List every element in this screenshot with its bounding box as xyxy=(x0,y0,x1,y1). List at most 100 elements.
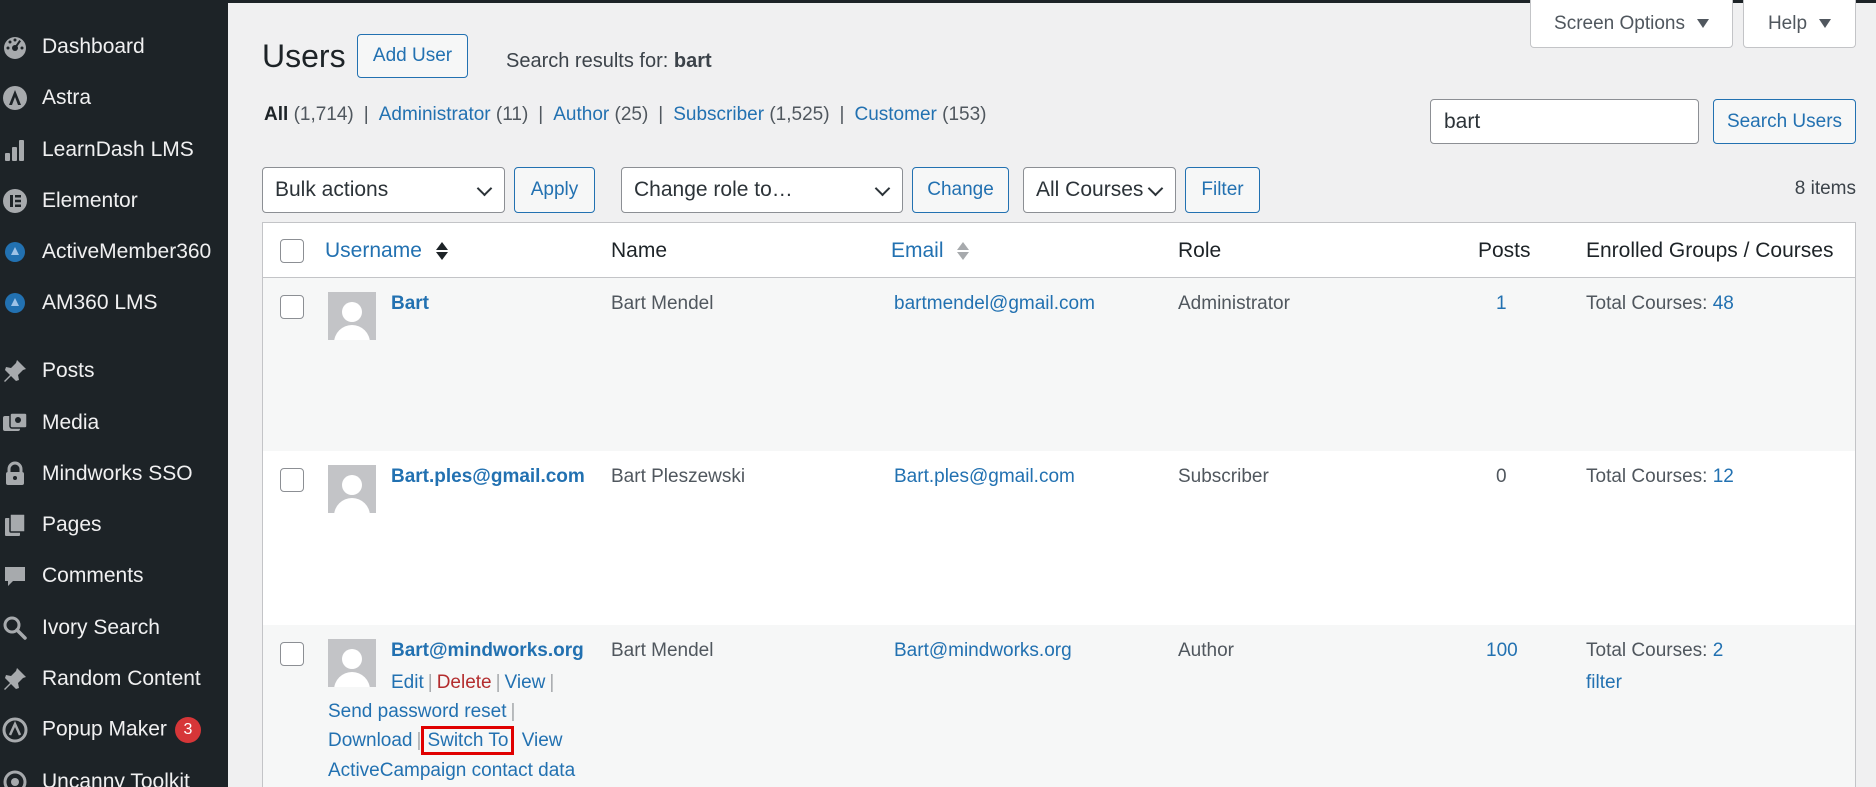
popup-icon xyxy=(2,717,28,743)
filter-button[interactable]: Filter xyxy=(1185,167,1260,213)
avatar xyxy=(328,465,376,513)
bulk-actions-select[interactable]: Bulk actions xyxy=(262,167,505,213)
activecampaign-data-link[interactable]: ActiveCampaign contact data xyxy=(328,760,575,781)
search-results-label: Search results for: bart xyxy=(506,50,712,72)
courses-count-link[interactable]: 48 xyxy=(1713,293,1734,314)
help-button[interactable]: Help xyxy=(1743,0,1856,48)
chevron-down-icon xyxy=(476,180,493,197)
courses-count-link[interactable]: 2 xyxy=(1713,640,1724,661)
sidebar-item-learndash[interactable]: LearnDash LMS xyxy=(0,128,228,172)
user-role: Administrator xyxy=(1178,293,1290,314)
user-name: Bart Mendel xyxy=(611,640,714,661)
download-link[interactable]: Download xyxy=(328,730,413,751)
dashboard-icon xyxy=(2,34,28,60)
astra-icon xyxy=(2,85,28,111)
activemember-icon xyxy=(2,290,28,316)
column-email[interactable]: Email xyxy=(891,239,970,263)
delete-link[interactable]: Delete xyxy=(437,672,492,693)
row-checkbox[interactable] xyxy=(280,642,304,666)
page-title: Users xyxy=(262,38,346,74)
items-count: 8 items xyxy=(1794,178,1856,199)
total-courses: Total Courses: 12 xyxy=(1586,466,1734,487)
total-courses: Total Courses: 2 xyxy=(1586,640,1724,661)
sidebar-item-elementor[interactable]: Elementor xyxy=(0,179,228,223)
role-filter-links: All (1,714) | Administrator (11) | Author (2… xyxy=(264,104,987,125)
total-courses: Total Courses: 48 xyxy=(1586,293,1734,314)
email-link[interactable]: Bart.ples@gmail.com xyxy=(894,466,1075,488)
search-users-button[interactable]: Search Users xyxy=(1713,99,1856,144)
avatar xyxy=(328,639,376,687)
username-link[interactable]: Bart.ples@gmail.com xyxy=(391,466,585,488)
sidebar-item-media[interactable]: Media xyxy=(0,401,228,445)
sidebar-item-random-content[interactable]: Random Content xyxy=(0,657,228,701)
sidebar-item-dashboard[interactable]: Dashboard xyxy=(0,25,228,69)
column-name: Name xyxy=(611,239,668,262)
row-actions: ActiveCampaign contact data xyxy=(328,760,575,782)
send-password-reset-link[interactable]: Send password reset xyxy=(328,701,507,722)
caret-down-icon xyxy=(1819,19,1832,28)
add-user-button[interactable]: Add User xyxy=(357,34,468,78)
change-role-button[interactable]: Change xyxy=(912,167,1009,213)
pushpin-icon xyxy=(2,358,28,384)
sort-icon xyxy=(435,242,448,261)
edit-link[interactable]: Edit xyxy=(391,672,424,693)
filter-subscriber[interactable]: Subscriber (1,525) xyxy=(673,104,829,125)
filter-customer[interactable]: Customer (153) xyxy=(854,104,986,125)
row-actions: Edit | Delete | View | xyxy=(391,672,555,693)
username-link[interactable]: Bart xyxy=(391,293,429,315)
courses-filter-link[interactable]: filter xyxy=(1586,672,1622,694)
filter-author[interactable]: Author (25) xyxy=(553,104,648,125)
column-role: Role xyxy=(1178,239,1222,262)
switch-to-link[interactable]: Switch To xyxy=(421,726,515,755)
activemember-icon xyxy=(2,239,28,265)
row-checkbox[interactable] xyxy=(280,295,304,319)
filter-all[interactable]: All (1,714) xyxy=(264,104,354,125)
select-all-checkbox[interactable] xyxy=(280,239,304,263)
bar-chart-icon xyxy=(2,137,28,163)
table-header: Username Name Email Role Posts Enrolled … xyxy=(263,223,1855,278)
user-name: Bart Pleszewski xyxy=(611,466,746,487)
sidebar-item-pages[interactable]: Pages xyxy=(0,503,228,547)
username-link[interactable]: Bart@mindworks.org xyxy=(391,640,584,662)
row-actions: Download | Switch To View xyxy=(328,726,563,755)
email-link[interactable]: bartmendel@gmail.com xyxy=(894,293,1095,315)
posts-count-link[interactable]: 100 xyxy=(1486,640,1518,662)
caret-down-icon xyxy=(1696,19,1709,28)
sidebar-item-activemember360[interactable]: ActiveMember360 xyxy=(0,230,228,274)
courses-count-link[interactable]: 12 xyxy=(1713,466,1734,487)
sidebar-item-ivory-search[interactable]: Ivory Search xyxy=(0,606,228,650)
posts-count-link[interactable]: 1 xyxy=(1496,293,1507,315)
pushpin-icon xyxy=(2,666,28,692)
change-role-select[interactable]: Change role to… xyxy=(621,167,903,213)
sidebar-item-am360-lms[interactable]: AM360 LMS xyxy=(0,281,228,325)
sidebar-item-comments[interactable]: Comments xyxy=(0,554,228,598)
row-checkbox[interactable] xyxy=(280,468,304,492)
search-icon xyxy=(2,615,28,641)
search-input[interactable]: bart xyxy=(1430,99,1699,144)
uncanny-icon xyxy=(2,769,28,787)
sidebar-item-astra[interactable]: Astra xyxy=(0,76,228,120)
column-username[interactable]: Username xyxy=(325,239,448,263)
courses-select[interactable]: All Courses xyxy=(1023,167,1176,213)
user-role: Author xyxy=(1178,640,1234,661)
lock-icon xyxy=(2,461,28,487)
screen-options-button[interactable]: Screen Options xyxy=(1530,0,1733,48)
table-row: Bart.ples@gmail.com Bart Pleszewski Bart… xyxy=(263,451,1855,625)
apply-button[interactable]: Apply xyxy=(514,167,595,213)
view-contact-link[interactable]: View xyxy=(522,730,563,751)
view-link[interactable]: View xyxy=(505,672,546,693)
user-role: Subscriber xyxy=(1178,466,1269,487)
sidebar-item-uncanny-toolkit[interactable]: Uncanny Toolkit xyxy=(0,760,228,787)
sidebar-item-label: Popup Maker xyxy=(42,717,167,741)
sidebar-item-posts[interactable]: Posts xyxy=(0,349,228,393)
sidebar-item-popup-maker[interactable]: Popup Maker 3 xyxy=(0,708,228,752)
sidebar-item-mindworks-sso[interactable]: Mindworks SSO xyxy=(0,452,228,496)
pages-icon xyxy=(2,512,28,538)
users-table: Username Name Email Role Posts Enrolled … xyxy=(262,222,1856,787)
email-link[interactable]: Bart@mindworks.org xyxy=(894,640,1072,662)
filter-administrator[interactable]: Administrator (11) xyxy=(379,104,529,125)
posts-count: 0 xyxy=(1496,466,1507,487)
elementor-icon xyxy=(2,188,28,214)
table-row: Bart@mindworks.org Bart Mendel Bart@mind… xyxy=(263,625,1855,787)
admin-sidebar: Dashboard Astra LearnDash LMS Elementor … xyxy=(0,0,228,787)
